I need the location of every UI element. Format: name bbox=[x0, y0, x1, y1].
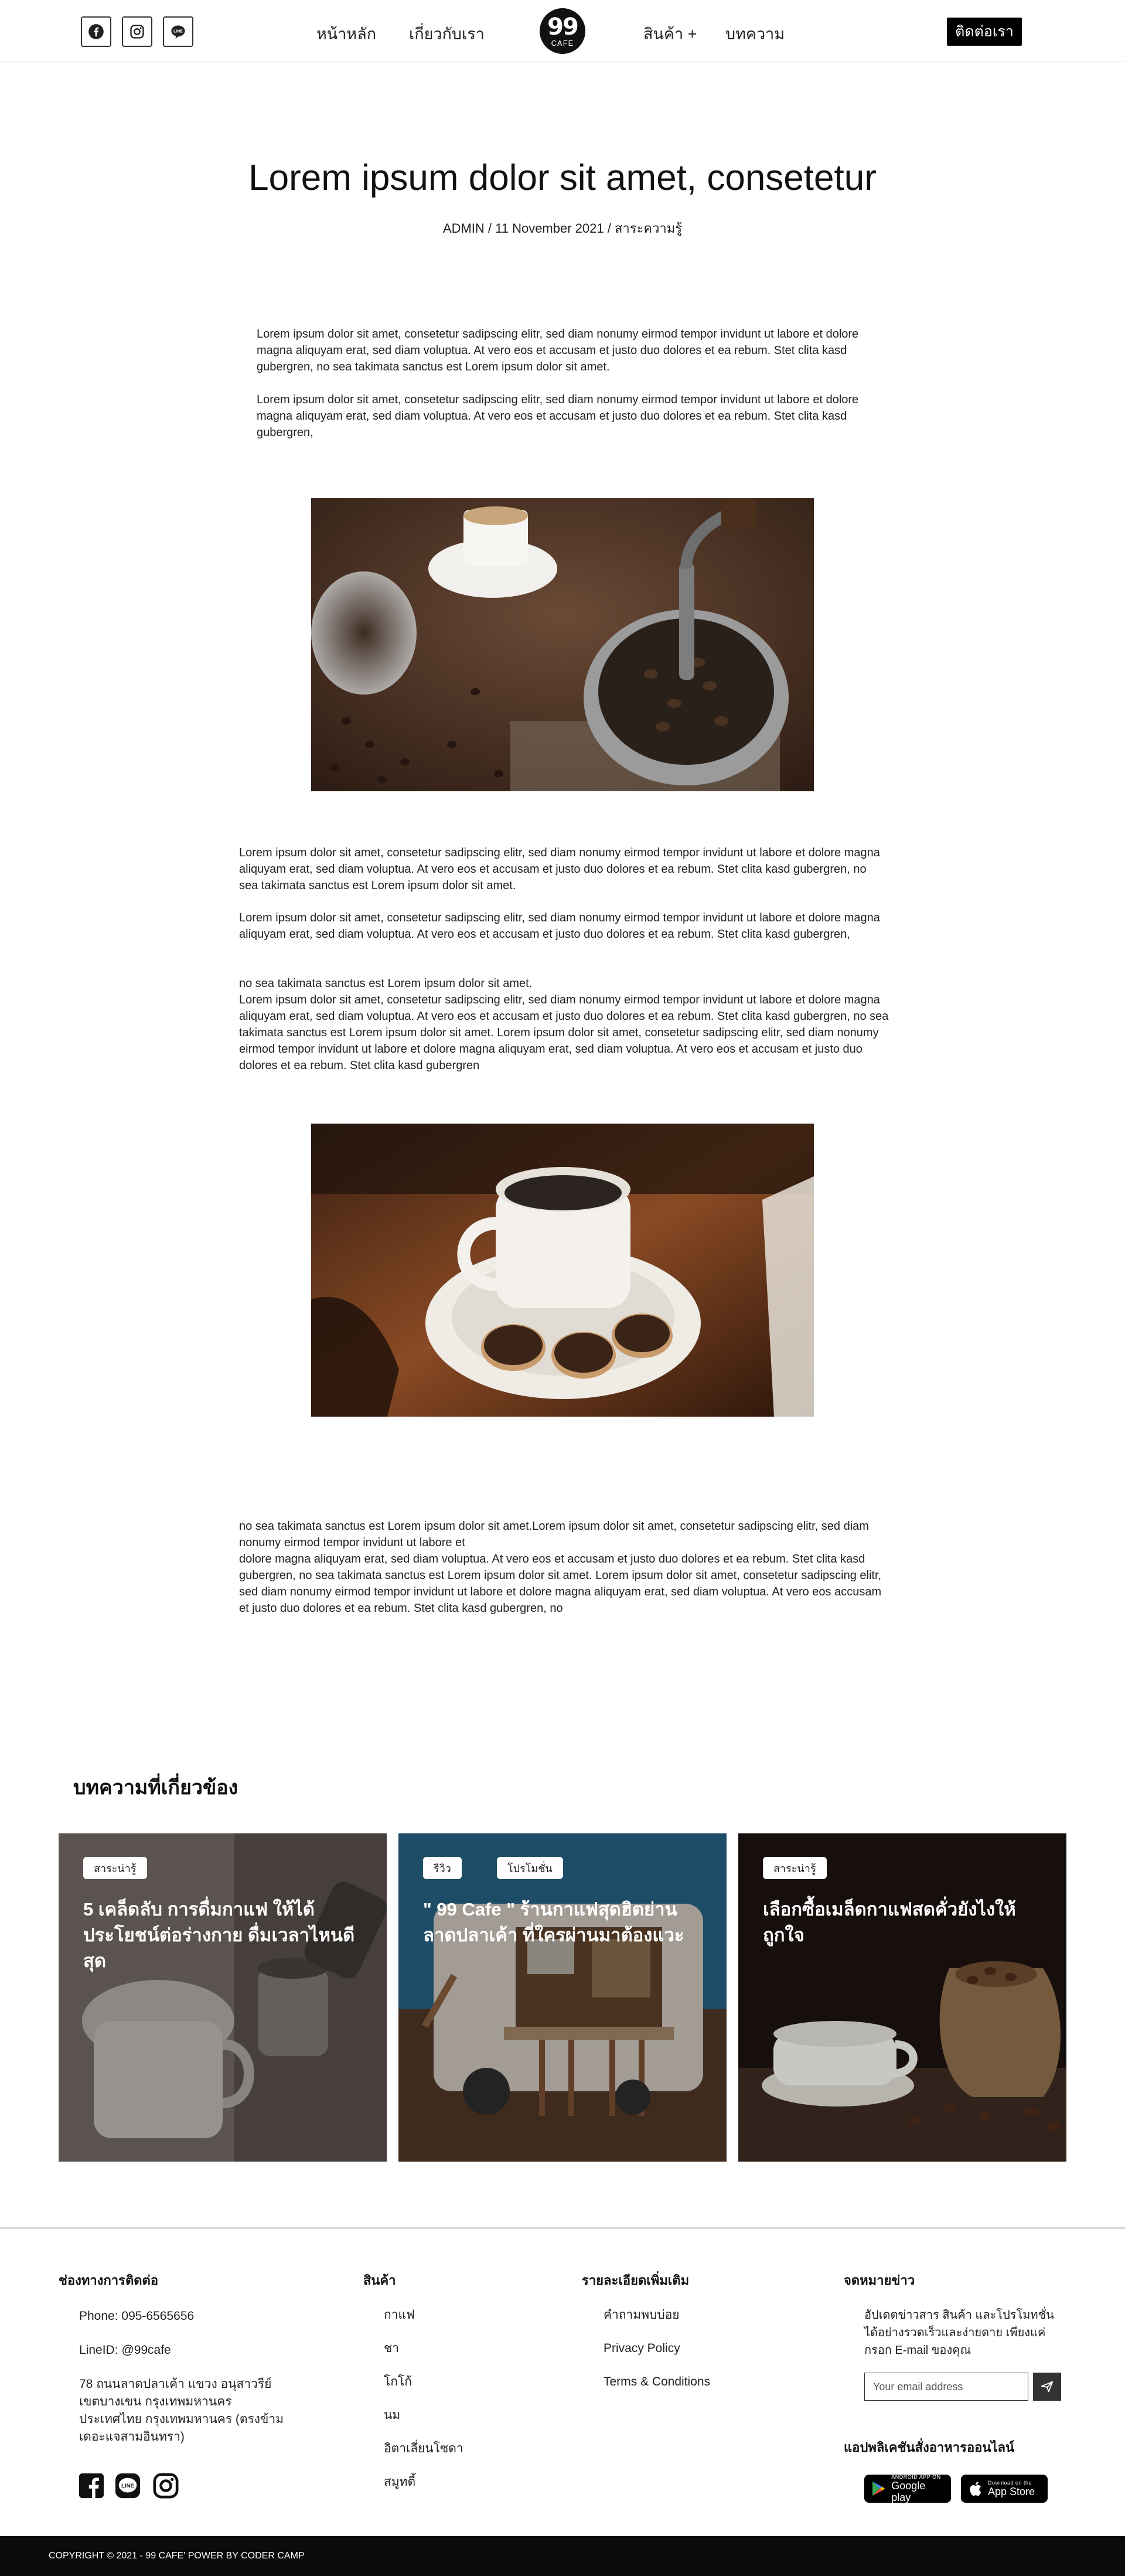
line-link[interactable]: LINE bbox=[163, 16, 193, 47]
nav-home[interactable]: หน้าหลัก bbox=[316, 21, 376, 46]
svg-text:LINE: LINE bbox=[173, 30, 183, 34]
logo-word: CAFE bbox=[551, 39, 574, 47]
instagram-icon bbox=[130, 25, 144, 39]
card-image-coffee-beans bbox=[738, 1833, 1066, 2162]
google-play-small-text: ANDROID APP ON bbox=[891, 2474, 941, 2480]
facebook-icon bbox=[88, 24, 104, 39]
article-image-coffee-cup bbox=[311, 1124, 814, 1417]
google-play-label: Google play bbox=[891, 2480, 926, 2503]
card-tag[interactable]: สาระน่ารู้ bbox=[763, 1857, 827, 1879]
facebook-icon bbox=[79, 2473, 104, 2499]
line-icon: LINE bbox=[115, 2473, 141, 2499]
site-logo[interactable]: 99 CAFE bbox=[540, 8, 585, 54]
footer-product-link[interactable]: นม bbox=[384, 2407, 400, 2424]
card-title[interactable]: เลือกซื้อเมล็ดกาแฟสดคั่วยังไงให้ถูกใจ bbox=[763, 1897, 1044, 1948]
footer-app-heading: แอปพลิเคชันสั่งอาหารออนไลน์ bbox=[844, 2440, 1015, 2455]
instagram-icon bbox=[153, 2473, 179, 2499]
article-title: Lorem ipsum dolor sit amet, consetetur bbox=[248, 158, 877, 198]
app-store-small-text: Download on the bbox=[988, 2480, 1032, 2486]
article-paragraph: Lorem ipsum dolor sit amet, consetetur s… bbox=[239, 846, 880, 892]
article-paragraph: Lorem ipsum dolor sit amet, consetetur s… bbox=[257, 328, 859, 373]
apple-icon bbox=[970, 2482, 981, 2496]
footer-line-id[interactable]: LineID: @99cafe bbox=[79, 2342, 171, 2359]
article-paragraph: Lorem ipsum dolor sit amet, consetetur s… bbox=[239, 911, 880, 941]
related-heading: บทความที่เกี่ยวข้อง bbox=[73, 1777, 238, 1799]
footer-contact-heading: ช่องทางการติดต่อ bbox=[59, 2273, 159, 2288]
footer-more-heading: รายละเอียดเพิ่มเติม bbox=[582, 2273, 690, 2288]
google-play-icon bbox=[872, 2481, 885, 2496]
card-image-cafe-truck bbox=[398, 1833, 727, 2162]
site-header: LINE หน้าหลัก เกี่ยวกับเรา 99 CAFE สินค้… bbox=[0, 0, 1125, 62]
footer-product-link[interactable]: กาแฟ bbox=[384, 2306, 415, 2324]
nav-about[interactable]: เกี่ยวกับเรา bbox=[409, 21, 485, 46]
footer-facebook-link[interactable] bbox=[78, 2472, 105, 2502]
copyright-bar: COPYRIGHT © 2021 - 99 CAFE' POWER BY COD… bbox=[0, 2536, 1125, 2576]
footer-products-heading: สินค้า bbox=[363, 2273, 396, 2288]
footer-phone[interactable]: Phone: 095-6565656 bbox=[79, 2308, 194, 2325]
related-card[interactable]: สาระน่ารู้ 5 เคล็ดลับ การดื่มกาแฟ ให้ได้… bbox=[59, 1833, 387, 2162]
footer-address: 78 ถนนลาดปลาเค้า แขวง อนุสาวรีย์ เขตบางเ… bbox=[79, 2377, 284, 2444]
footer-product-link[interactable]: โกโก้ bbox=[384, 2373, 412, 2391]
app-store-button[interactable]: Download on the App Store bbox=[961, 2475, 1048, 2503]
facebook-link[interactable] bbox=[81, 16, 111, 47]
footer-faq-link[interactable]: คำถามพบบ่อย bbox=[604, 2306, 680, 2324]
card-title[interactable]: 5 เคล็ดลับ การดื่มกาแฟ ให้ได้ประโยชน์ต่อ… bbox=[83, 1897, 364, 1974]
article-paragraph: no sea takimata sanctus est Lorem ipsum … bbox=[239, 1520, 882, 1615]
newsletter-send-button[interactable] bbox=[1033, 2373, 1061, 2401]
nav-articles[interactable]: บทความ bbox=[725, 21, 785, 46]
app-store-label: App Store bbox=[988, 2486, 1035, 2497]
article-image-coffee-grinder bbox=[311, 498, 814, 791]
newsletter-description: อัปเดตข่าวสาร สินค้า และโปรโมทชั่นได้อย่… bbox=[864, 2309, 1054, 2357]
footer-divider bbox=[0, 2227, 1125, 2229]
footer-product-link[interactable]: ชา bbox=[384, 2340, 399, 2357]
card-tag[interactable]: สาระน่ารู้ bbox=[83, 1857, 147, 1879]
footer-line-link[interactable]: LINE bbox=[114, 2472, 141, 2502]
card-tag[interactable]: รีวิว bbox=[423, 1857, 462, 1879]
card-tag[interactable]: โปรโมชั่น bbox=[497, 1857, 563, 1879]
line-icon: LINE bbox=[171, 25, 185, 39]
nav-products[interactable]: สินค้า + bbox=[643, 21, 697, 46]
send-icon bbox=[1041, 2381, 1054, 2393]
article-paragraph: no sea takimata sanctus est Lorem ipsum … bbox=[239, 977, 889, 1072]
copyright-text: COPYRIGHT © 2021 - 99 CAFE' POWER BY COD… bbox=[49, 2551, 305, 2561]
newsletter-email-input[interactable] bbox=[864, 2373, 1028, 2401]
logo-number: 99 bbox=[547, 13, 579, 40]
footer-privacy-link[interactable]: Privacy Policy bbox=[604, 2340, 680, 2357]
contact-button[interactable]: ติดต่อเรา bbox=[947, 18, 1022, 46]
footer-terms-link[interactable]: Terms & Conditions bbox=[604, 2373, 710, 2391]
google-play-button[interactable]: ANDROID APP ON Google play bbox=[864, 2474, 951, 2503]
svg-text:LINE: LINE bbox=[121, 2483, 134, 2489]
article-meta: ADMIN / 11 November 2021 / สาระความรู้ bbox=[442, 221, 683, 236]
footer-instagram-link[interactable] bbox=[152, 2472, 179, 2502]
card-image-pour-coffee bbox=[59, 1833, 387, 2162]
article-paragraph: Lorem ipsum dolor sit amet, consetetur s… bbox=[257, 393, 859, 439]
card-title[interactable]: " 99 Cafe " ร้านกาแฟสุดฮิตย่านลาดปลาเค้า… bbox=[423, 1897, 704, 1948]
footer-product-link[interactable]: อิตาเลี่ยนโซดา bbox=[384, 2440, 463, 2458]
instagram-link[interactable] bbox=[122, 16, 152, 47]
related-card[interactable]: รีวิว โปรโมชั่น " 99 Cafe " ร้านกาแฟสุดฮ… bbox=[398, 1833, 727, 2162]
footer-newsletter-heading: จดหมายข่าว bbox=[844, 2273, 915, 2288]
footer-product-link[interactable]: สมูทตี้ bbox=[384, 2473, 415, 2491]
related-card[interactable]: สาระน่ารู้ เลือกซื้อเมล็ดกาแฟสดคั่วยังไง… bbox=[738, 1833, 1066, 2162]
